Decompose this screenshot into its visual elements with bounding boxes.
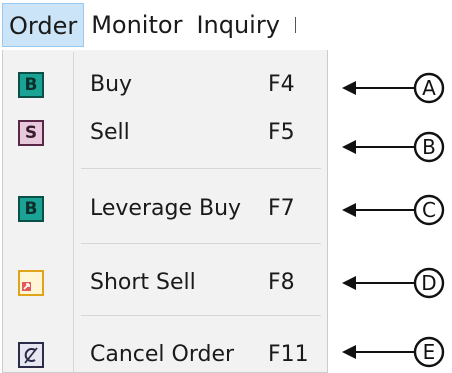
callout-a: A [340,68,450,108]
menu-item-shortcut: F8 [268,270,295,295]
callout-d: D [340,263,450,303]
menu-item-shortcut: F4 [268,72,295,97]
callout-e: E [340,332,450,372]
leverage-buy-icon: B [18,196,44,222]
callout-letter: E [422,340,436,364]
callout-letter: A [422,76,436,100]
menu-order[interactable]: Order [2,3,85,47]
menu-separator [81,243,321,244]
menu-monitor[interactable]: Monitor [84,3,189,47]
short-sell-icon [18,270,44,296]
callout-letter: B [422,135,436,159]
menu-item-short-sell[interactable]: Short Sell F8 [3,264,327,304]
menu-item-label: Short Sell [90,270,196,295]
menu-item-label: Leverage Buy [90,196,242,221]
menu-item-label: Cancel Order [90,342,235,367]
menu-item-shortcut: F7 [268,196,295,221]
menu-item-shortcut: F11 [268,342,309,367]
menu-separator [81,168,321,169]
menu-overflow-edge [294,17,300,33]
menu-item-cancel-order[interactable]: Cancel Order F11 [3,336,327,373]
callout-b: B [340,127,450,167]
menu-bar: Order Monitor Inquiry [0,0,340,50]
menu-item-label: Buy [90,72,133,97]
menu-item-sell[interactable]: S Sell F5 [3,114,327,154]
menu-item-leverage-buy[interactable]: B Leverage Buy F7 [3,190,327,230]
buy-icon: B [18,72,44,98]
menu-inquiry[interactable]: Inquiry [189,3,286,47]
cancel-order-icon [18,342,44,368]
menu-item-label: Sell [90,120,130,145]
callout-letter: D [421,271,437,295]
menu-item-buy[interactable]: B Buy F4 [3,66,327,106]
order-dropdown-menu: B Buy F4 S Sell F5 B Leverage Buy F7 Sho… [2,50,328,373]
callout-c: C [340,190,450,230]
menu-item-shortcut: F5 [268,120,295,145]
sell-icon: S [18,120,44,146]
callout-letter: C [422,198,436,222]
menu-separator [81,315,321,316]
